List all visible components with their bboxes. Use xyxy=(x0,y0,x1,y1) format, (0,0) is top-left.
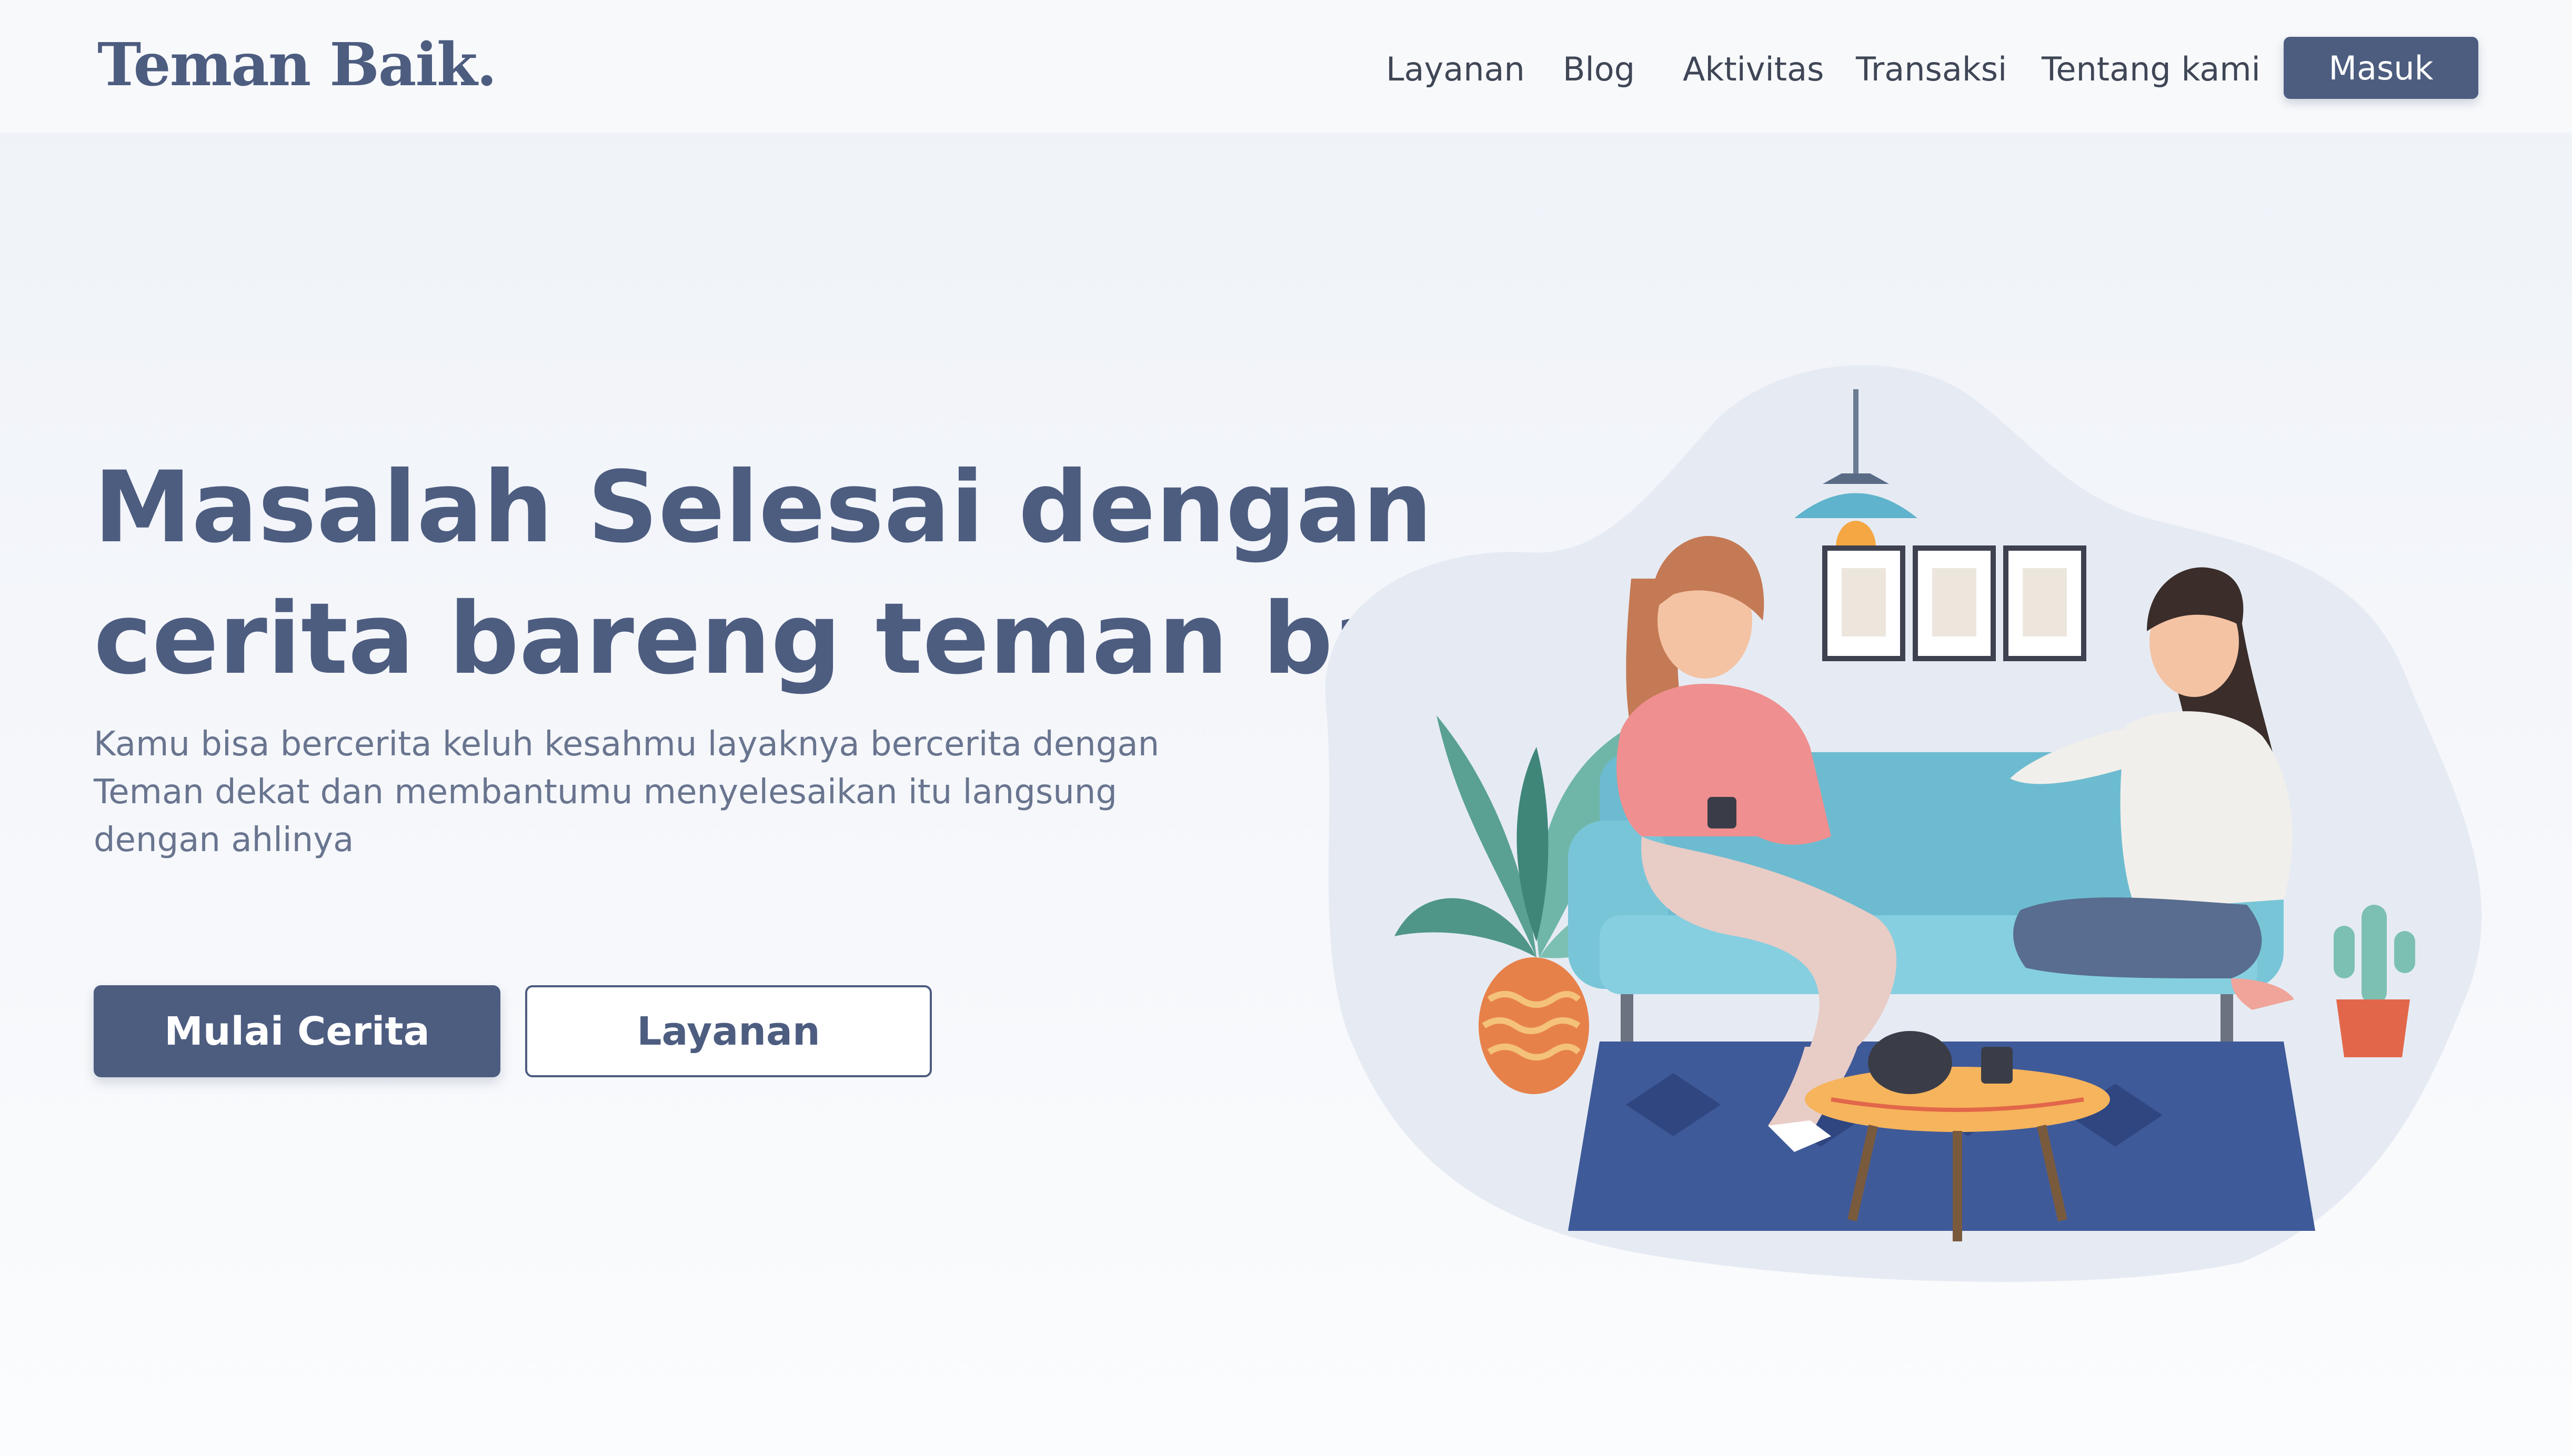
hero-title-line-1: Masalah Selesai dengan xyxy=(94,450,1433,565)
hero-title: Masalah Selesai dengan cerita bareng tem… xyxy=(94,442,1499,705)
start-story-button[interactable]: Mulai Cerita xyxy=(94,985,500,1077)
hero-illustration xyxy=(1325,365,2482,1282)
hero-subtitle: Kamu bisa bercerita keluh kesahmu layakn… xyxy=(94,725,1160,860)
navbar: Teman Baik. Layanan Blog Aktivitas Trans… xyxy=(0,0,2572,133)
nav-link-blog[interactable]: Blog xyxy=(1563,43,1635,96)
services-button[interactable]: Layanan xyxy=(525,985,932,1077)
login-button[interactable]: Masuk xyxy=(2284,37,2478,99)
brand-logo[interactable]: Teman Baik. xyxy=(97,31,497,99)
nav-link-transaksi[interactable]: Transaksi xyxy=(1856,43,2007,96)
nav-link-tentang-kami[interactable]: Tentang kami xyxy=(2042,43,2260,96)
hero-title-line-2: cerita bareng teman baik xyxy=(94,582,1499,696)
nav-link-layanan[interactable]: Layanan xyxy=(1386,43,1525,96)
nav-link-aktivitas[interactable]: Aktivitas xyxy=(1683,43,1824,96)
